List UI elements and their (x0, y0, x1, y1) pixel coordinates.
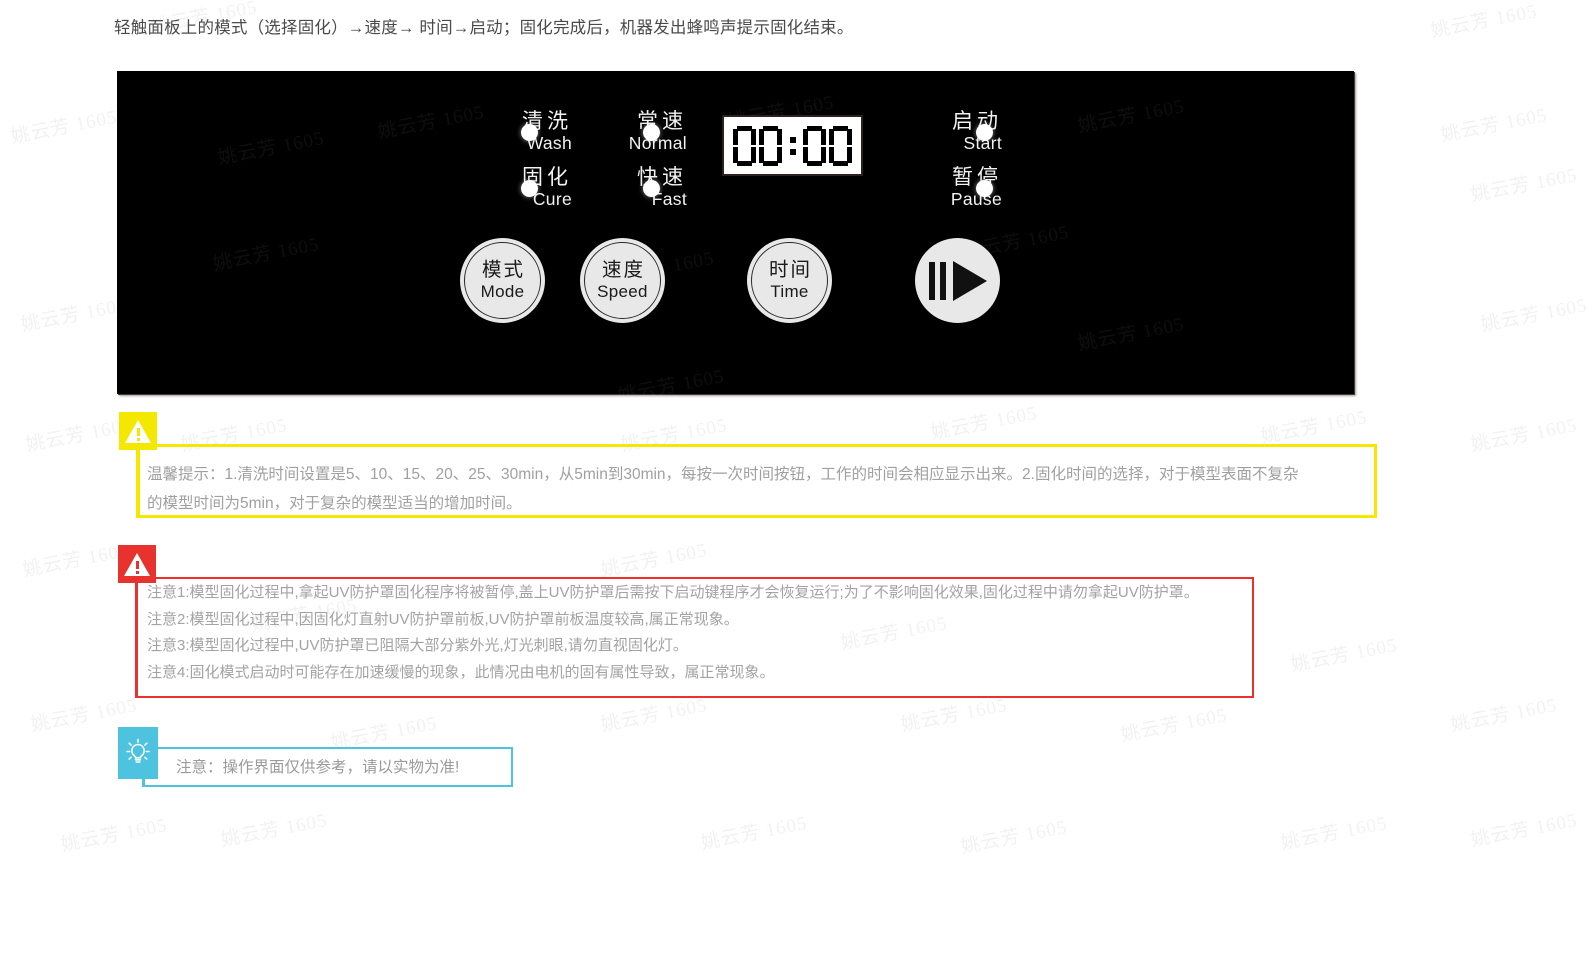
watermark: 姚云芳 1605 (1289, 634, 1400, 677)
watermark: 姚云芳 1605 (211, 233, 322, 276)
warning-line: 注意1:模型固化过程中,拿起UV防护罩固化程序将被暂停,盖上UV防护罩后需按下启… (147, 584, 1199, 601)
watermark: 姚云芳 1605 (216, 127, 327, 170)
digit-hour-tens (733, 125, 756, 166)
watermark: 姚云芳 1605 (21, 539, 132, 582)
control-panel: 姚云芳 1605 姚云芳 1605 姚云芳 1605 姚云芳 1605 姚云芳 … (117, 71, 1354, 407)
led-label-fast-cn: 快速 (637, 166, 687, 189)
watermark: 姚云芳 1605 (24, 414, 135, 457)
watermark: 姚云芳 1605 (1469, 414, 1580, 457)
tip-callout-yellow-text: 温馨提示：1.清洗时间设置是5、10、15、20、25、30min，从5min到… (147, 460, 1298, 518)
time-button[interactable]: 时间 Time (747, 238, 832, 323)
watermark: 姚云芳 1605 (219, 809, 330, 852)
led-label-normal-cn: 常速 (637, 110, 687, 133)
warning-triangle-icon (118, 545, 156, 583)
watermark: 姚云芳 1605 (1439, 104, 1550, 147)
led-indicator-wash[interactable] (521, 124, 538, 141)
digit-min-ones (829, 125, 852, 166)
warning-callout-red-stem (135, 577, 138, 698)
time-display (722, 115, 863, 176)
start-pause-button[interactable] (915, 238, 1000, 323)
led-indicator-pause[interactable] (976, 180, 993, 197)
mode-button-inner: 模式 Mode (464, 242, 541, 319)
mode-button[interactable]: 模式 Mode (460, 238, 545, 323)
speed-button[interactable]: 速度 Speed (580, 238, 665, 323)
watermark: 姚云芳 1605 (9, 106, 120, 149)
warning-line: 注意2:模型固化过程中,因固化灯直射UV防护罩前板,UV防护罩前板温度较高,属正… (147, 610, 739, 628)
led-indicator-cure[interactable] (521, 180, 538, 197)
note-line: 注意：操作界面仅供参考，请以实物为准! (176, 759, 460, 776)
watermark: 姚云芳 1605 (1469, 809, 1580, 852)
digit-colon (786, 126, 800, 166)
led-label-fast-en: Fast (651, 189, 687, 209)
speed-button-label-cn: 速度 (601, 258, 645, 281)
watermark: 姚云芳 1605 (59, 814, 170, 857)
led-indicator-fast[interactable] (643, 180, 660, 197)
tip-line: 温馨提示：1.清洗时间设置是5、10、15、20、25、30min，从5min到… (147, 466, 1299, 483)
watermark: 姚云芳 1605 (1076, 95, 1187, 138)
watermark: 姚云芳 1605 (1449, 694, 1560, 737)
tip-line: 的模型时间为5min，对于复杂的模型适当的增加时间。 (147, 495, 522, 512)
warning-line: 注意3:模型固化过程中,UV防护罩已阻隔大部分紫外光,灯光刺眼,请勿直视固化灯。 (147, 637, 688, 654)
watermark: 姚云芳 1605 (19, 294, 130, 337)
watermark: 姚云芳 1605 (1279, 812, 1390, 855)
time-display-digits (732, 125, 854, 166)
time-button-inner: 时间 Time (751, 242, 828, 319)
tip-callout-yellow: 温馨提示：1.清洗时间设置是5、10、15、20、25、30min，从5min到… (119, 412, 1377, 518)
led-label-normal: 常速 Normal (552, 111, 687, 153)
time-button-label-cn: 时间 (768, 258, 812, 281)
digit-hour-ones (759, 125, 782, 166)
speed-button-label-en: Speed (597, 282, 648, 302)
led-indicator-start[interactable] (976, 124, 993, 141)
warning-callout-red-text: 注意1:模型固化过程中,拿起UV防护罩固化程序将被暂停,盖上UV防护罩后需按下启… (147, 580, 1199, 686)
lightbulb-icon (118, 727, 158, 779)
watermark: 姚云芳 1605 (1429, 0, 1540, 43)
led-label-fast: 快速 Fast (552, 167, 687, 209)
warning-line: 注意4:固化模式启动时可能存在加速缓慢的现象，此情况由电机的固有属性导致，属正常… (147, 663, 775, 681)
watermark: 姚云芳 1605 (616, 365, 727, 408)
mode-button-label-en: Mode (480, 282, 525, 302)
play-pause-icon (928, 260, 987, 301)
instruction-text: 轻触面板上的模式（选择固化）→速度→ 时间→启动；固化完成后，机器发出蜂鸣声提示… (114, 19, 854, 37)
note-callout-cyan-text: 注意：操作界面仅供参考，请以实物为准! (176, 755, 459, 777)
note-callout-cyan: 注意：操作界面仅供参考，请以实物为准! (118, 727, 513, 787)
warning-triangle-icon (119, 412, 157, 450)
warning-callout-red: 注意1:模型固化过程中,拿起UV防护罩固化程序将被暂停,盖上UV防护罩后需按下启… (118, 545, 1254, 698)
watermark: 姚云芳 1605 (1479, 294, 1590, 337)
time-button-label-en: Time (770, 282, 809, 302)
start-pause-button-inner (919, 242, 996, 319)
digit-min-tens (803, 125, 826, 166)
watermark: 姚云芳 1605 (1119, 704, 1230, 747)
watermark: 姚云芳 1605 (1076, 313, 1187, 356)
mode-button-label-cn: 模式 (481, 258, 525, 281)
watermark: 姚云芳 1605 (699, 812, 810, 855)
led-indicator-normal[interactable] (643, 124, 660, 141)
watermark: 姚云芳 1605 (1469, 164, 1580, 207)
tip-callout-yellow-stem (136, 444, 139, 518)
speed-button-inner: 速度 Speed (584, 242, 661, 319)
page-root: 姚云芳 1605 姚云芳 1605 姚云芳 1605 姚云芳 1605 姚云芳 … (0, 0, 1593, 959)
led-label-normal-en: Normal (628, 133, 687, 153)
watermark: 姚云芳 1605 (959, 816, 1070, 859)
